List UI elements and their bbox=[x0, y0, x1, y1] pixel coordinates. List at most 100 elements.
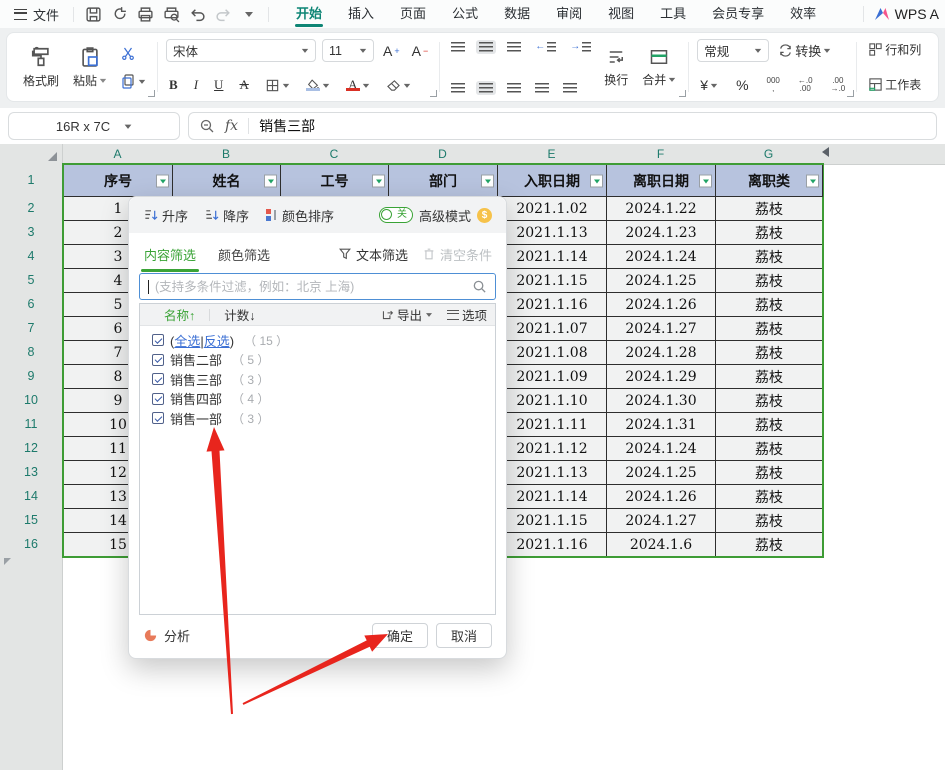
cell[interactable]: 2024.1.26 bbox=[607, 293, 716, 317]
cell[interactable]: 2021.1.13 bbox=[498, 221, 607, 245]
filter-button[interactable] bbox=[264, 174, 277, 187]
cell[interactable]: 荔枝 bbox=[716, 221, 823, 245]
filter-item[interactable]: 销售四部 （ 4 ） bbox=[152, 392, 495, 406]
text-filter-button[interactable]: 文本筛选 bbox=[338, 245, 408, 264]
font-name-select[interactable]: 宋体 bbox=[166, 39, 316, 62]
advanced-mode-toggle[interactable]: 关 bbox=[379, 207, 413, 223]
cell[interactable]: 荔枝 bbox=[716, 365, 823, 389]
decrease-indent-button[interactable]: ← bbox=[532, 39, 559, 54]
tab-efficiency[interactable]: 效率 bbox=[777, 0, 829, 28]
font-size-select[interactable]: 11 bbox=[322, 39, 374, 62]
header-cell[interactable]: 离职日期 bbox=[607, 165, 716, 197]
column-boundary-widget[interactable] bbox=[822, 147, 829, 157]
filter-item[interactable]: 销售一部 （ 3 ） bbox=[152, 411, 495, 425]
comma-format-button[interactable]: 000, bbox=[764, 75, 783, 95]
cell[interactable]: 2024.1.25 bbox=[607, 461, 716, 485]
tab-content-filter[interactable]: 内容筛选 bbox=[143, 241, 197, 268]
cell[interactable]: 2024.1.24 bbox=[607, 245, 716, 269]
export-icon[interactable] bbox=[106, 3, 132, 25]
tab-view[interactable]: 视图 bbox=[595, 0, 647, 28]
currency-format-button[interactable]: ¥ bbox=[697, 75, 721, 95]
cell[interactable]: 2021.1.15 bbox=[498, 269, 607, 293]
cell[interactable]: 荔枝 bbox=[716, 485, 823, 509]
underline-button[interactable]: U bbox=[211, 75, 226, 95]
file-menu[interactable]: 文件 bbox=[6, 5, 67, 24]
wrap-text-button[interactable]: 换行 bbox=[600, 45, 632, 90]
zoom-icon[interactable] bbox=[199, 118, 215, 134]
cell[interactable]: 2021.1.02 bbox=[498, 197, 607, 221]
cell[interactable]: 2024.1.6 bbox=[607, 533, 716, 557]
tab-data[interactable]: 数据 bbox=[491, 0, 543, 28]
column-header-e[interactable]: E bbox=[497, 144, 606, 164]
row-header-11[interactable]: 11 bbox=[0, 412, 62, 436]
row-header-2[interactable]: 2 bbox=[0, 196, 62, 220]
cancel-button[interactable]: 取消 bbox=[436, 623, 492, 648]
tab-tools[interactable]: 工具 bbox=[647, 0, 699, 28]
cell[interactable]: 荔枝 bbox=[716, 269, 823, 293]
clear-filter-button[interactable]: 清空条件 bbox=[422, 245, 492, 264]
cut-button[interactable] bbox=[117, 43, 149, 63]
cell[interactable]: 2021.1.14 bbox=[498, 245, 607, 269]
cell[interactable]: 2024.1.31 bbox=[607, 413, 716, 437]
filter-button[interactable] bbox=[699, 174, 712, 187]
borders-button[interactable] bbox=[262, 76, 293, 95]
fill-color-button[interactable] bbox=[303, 77, 333, 94]
filter-search-box[interactable] bbox=[139, 273, 496, 300]
rows-columns-button[interactable]: 行和列 bbox=[865, 39, 924, 60]
cell[interactable]: 2021.1.16 bbox=[498, 533, 607, 557]
cell[interactable]: 2021.1.11 bbox=[498, 413, 607, 437]
invert-selection-link[interactable]: 反选 bbox=[204, 334, 230, 349]
tab-page[interactable]: 页面 bbox=[387, 0, 439, 28]
cell[interactable]: 2024.1.22 bbox=[607, 197, 716, 221]
checkbox-checked[interactable] bbox=[152, 393, 164, 405]
cell[interactable]: 荔枝 bbox=[716, 317, 823, 341]
cell[interactable]: 2024.1.30 bbox=[607, 389, 716, 413]
column-header-f[interactable]: F bbox=[606, 144, 715, 164]
cell[interactable]: 2024.1.27 bbox=[607, 317, 716, 341]
cell[interactable]: 2021.1.14 bbox=[498, 485, 607, 509]
grow-font-button[interactable]: A+ bbox=[380, 41, 403, 61]
cell[interactable]: 2021.1.15 bbox=[498, 509, 607, 533]
sort-by-count-button[interactable]: 计数↓ bbox=[224, 305, 255, 324]
row-header-10[interactable]: 10 bbox=[0, 388, 62, 412]
cell[interactable]: 2024.1.27 bbox=[607, 509, 716, 533]
ok-button[interactable]: 确定 bbox=[372, 623, 428, 648]
align-top-button[interactable] bbox=[448, 40, 468, 54]
checkbox-checked[interactable] bbox=[152, 373, 164, 385]
sort-ascending-button[interactable]: 升序 bbox=[143, 206, 188, 225]
fx-icon[interactable]: fx bbox=[225, 118, 238, 134]
sort-descending-button[interactable]: 降序 bbox=[204, 206, 249, 225]
row-header-12[interactable]: 12 bbox=[0, 436, 62, 460]
align-left-button[interactable] bbox=[448, 81, 468, 95]
bold-button[interactable]: B bbox=[166, 75, 181, 95]
row-header-8[interactable]: 8 bbox=[0, 340, 62, 364]
dialog-launcher-icon[interactable] bbox=[847, 90, 854, 97]
align-bottom-button[interactable] bbox=[504, 40, 524, 54]
cell[interactable]: 2021.1.10 bbox=[498, 389, 607, 413]
worksheet-button[interactable]: 工作表 bbox=[865, 74, 924, 95]
filter-search-input[interactable] bbox=[153, 279, 468, 295]
shrink-font-button[interactable]: A− bbox=[409, 41, 432, 61]
justify-button[interactable] bbox=[532, 81, 552, 95]
cell[interactable]: 2024.1.23 bbox=[607, 221, 716, 245]
cell[interactable]: 荔枝 bbox=[716, 293, 823, 317]
number-format-select[interactable]: 常规 bbox=[697, 39, 769, 62]
row-header-9[interactable]: 9 bbox=[0, 364, 62, 388]
header-cell[interactable]: 姓名 bbox=[173, 165, 281, 197]
filter-item-select-all[interactable]: (全选|反选) （ 15 ） bbox=[152, 333, 495, 347]
filter-button[interactable] bbox=[372, 174, 385, 187]
cell[interactable]: 荔枝 bbox=[716, 245, 823, 269]
percent-format-button[interactable]: % bbox=[733, 75, 751, 95]
formula-input[interactable]: fx 销售三部 bbox=[188, 112, 937, 140]
column-header-d[interactable]: D bbox=[388, 144, 497, 164]
cell[interactable]: 2024.1.24 bbox=[607, 437, 716, 461]
save-icon[interactable] bbox=[80, 3, 106, 25]
cell[interactable]: 荔枝 bbox=[716, 437, 823, 461]
cell[interactable]: 2021.1.12 bbox=[498, 437, 607, 461]
tab-formulas[interactable]: 公式 bbox=[439, 0, 491, 28]
tab-insert[interactable]: 插入 bbox=[335, 0, 387, 28]
cell[interactable]: 2021.1.07 bbox=[498, 317, 607, 341]
convert-button[interactable]: 转换 bbox=[775, 39, 834, 62]
undo-icon[interactable] bbox=[184, 3, 210, 25]
dialog-launcher-icon[interactable] bbox=[148, 90, 155, 97]
